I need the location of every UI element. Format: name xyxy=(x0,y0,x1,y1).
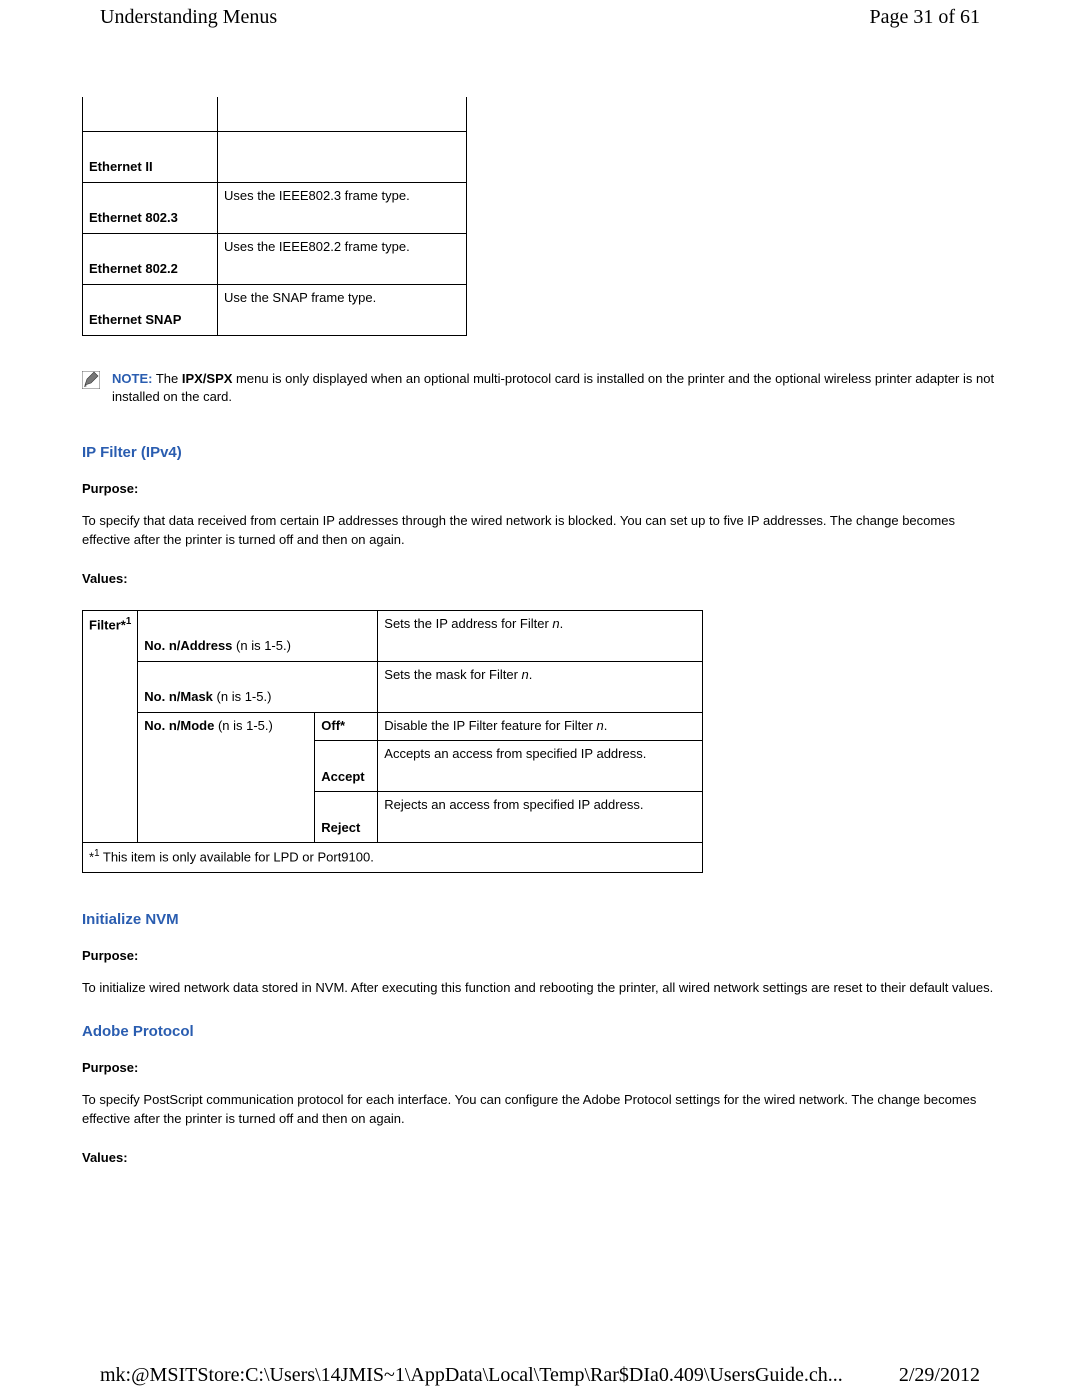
mode-off-desc-cell: Disable the IP Filter feature for Filter… xyxy=(378,712,703,741)
ip-filter-values-table: Filter*1 No. n/Address (n is 1-5.) Sets … xyxy=(82,610,703,873)
frame-type-table: Ethernet II Ethernet 802.3 Uses the IEEE… xyxy=(82,97,467,336)
mode-accept-desc: Accepts an access from specified IP addr… xyxy=(378,741,703,792)
mode-off-label: Off* xyxy=(315,712,378,741)
note-text-part: menu is only displayed when an optional … xyxy=(112,371,994,404)
frame-type-label: Ethernet 802.3 xyxy=(83,183,218,234)
purpose-text: To initialize wired network data stored … xyxy=(82,979,998,997)
address-desc-cell: Sets the IP address for Filter n. xyxy=(378,610,703,661)
section-heading-adobe-protocol: Adobe Protocol xyxy=(82,1023,998,1040)
pencil-icon xyxy=(82,371,100,389)
desc-pre: Sets the IP address for Filter xyxy=(384,616,552,631)
note-bold-term: IPX/SPX xyxy=(182,371,233,386)
frame-type-desc: Uses the IEEE802.2 frame type. xyxy=(218,234,467,285)
mask-desc-cell: Sets the mask for Filter n. xyxy=(378,661,703,712)
page-content: Ethernet II Ethernet 802.3 Uses the IEEE… xyxy=(0,97,1080,1165)
table-row: No. n/Mode (n is 1-5.) Off* Disable the … xyxy=(83,712,703,741)
table-row: Filter*1 No. n/Address (n is 1-5.) Sets … xyxy=(83,610,703,661)
frame-type-desc: Use the SNAP frame type. xyxy=(218,285,467,336)
purpose-label: Purpose: xyxy=(82,481,998,496)
frame-type-label: Ethernet SNAP xyxy=(83,285,218,336)
note-text-part: The xyxy=(152,371,181,386)
purpose-label: Purpose: xyxy=(82,948,998,963)
address-label-paren: (n is 1-5.) xyxy=(232,638,291,653)
values-label: Values: xyxy=(82,1150,998,1165)
section-heading-initialize-nvm: Initialize NVM xyxy=(82,911,998,928)
desc-post: . xyxy=(560,616,564,631)
section-heading-ip-filter: IP Filter (IPv4) xyxy=(82,444,998,461)
table-row xyxy=(83,97,467,132)
desc-var: n xyxy=(552,616,559,631)
page: Understanding Menus Page 31 of 61 Ethern… xyxy=(0,0,1080,1397)
desc-post: . xyxy=(604,718,608,733)
mode-label-paren: (n is 1-5.) xyxy=(214,718,273,733)
footer-date: 2/29/2012 xyxy=(899,1364,980,1387)
header-page-number: Page 31 of 61 xyxy=(869,6,980,29)
desc-pre: Disable the IP Filter feature for Filter xyxy=(384,718,596,733)
header-title: Understanding Menus xyxy=(100,6,277,29)
filter-label-cell: Filter*1 xyxy=(83,610,138,843)
mode-label-bold: No. n/Mode xyxy=(144,718,214,733)
footnote-text: This item is only available for LPD or P… xyxy=(100,850,374,865)
frame-type-desc xyxy=(218,132,467,183)
desc-var: n xyxy=(522,667,529,682)
note-text: NOTE: The IPX/SPX menu is only displayed… xyxy=(112,370,998,406)
desc-post: . xyxy=(529,667,533,682)
page-footer: mk:@MSITStore:C:\Users\14JMIS~1\AppData\… xyxy=(0,1364,1080,1387)
mode-reject-label: Reject xyxy=(315,792,378,843)
mode-accept-label: Accept xyxy=(315,741,378,792)
table-row: Ethernet SNAP Use the SNAP frame type. xyxy=(83,285,467,336)
address-label-cell: No. n/Address (n is 1-5.) xyxy=(138,610,378,661)
table-row: No. n/Mask (n is 1-5.) Sets the mask for… xyxy=(83,661,703,712)
filter-label: Filter* xyxy=(89,617,126,632)
purpose-text: To specify PostScript communication prot… xyxy=(82,1091,998,1127)
table-row: Ethernet II xyxy=(83,132,467,183)
note-label: NOTE: xyxy=(112,371,152,386)
mask-label-bold: No. n/Mask xyxy=(144,689,213,704)
desc-pre: Sets the mask for Filter xyxy=(384,667,521,682)
table-footnote-row: *1 This item is only available for LPD o… xyxy=(83,843,703,873)
page-header: Understanding Menus Page 31 of 61 xyxy=(0,0,1080,29)
table-row: Ethernet 802.3 Uses the IEEE802.3 frame … xyxy=(83,183,467,234)
desc-var: n xyxy=(596,718,603,733)
footer-path: mk:@MSITStore:C:\Users\14JMIS~1\AppData\… xyxy=(100,1364,843,1387)
frame-type-desc: Uses the IEEE802.3 frame type. xyxy=(218,183,467,234)
purpose-text: To specify that data received from certa… xyxy=(82,512,998,548)
frame-type-desc-cell xyxy=(218,97,467,132)
frame-type-label: Ethernet II xyxy=(83,132,218,183)
mode-label-cell: No. n/Mode (n is 1-5.) xyxy=(138,712,315,843)
table-row: Ethernet 802.2 Uses the IEEE802.2 frame … xyxy=(83,234,467,285)
address-label-bold: No. n/Address xyxy=(144,638,232,653)
purpose-label: Purpose: xyxy=(82,1060,998,1075)
frame-type-cell xyxy=(83,97,218,132)
filter-label-sup: 1 xyxy=(126,616,131,627)
note-block: NOTE: The IPX/SPX menu is only displayed… xyxy=(82,370,998,406)
mask-label-paren: (n is 1-5.) xyxy=(213,689,272,704)
values-label: Values: xyxy=(82,571,998,586)
footnote-cell: *1 This item is only available for LPD o… xyxy=(83,843,703,873)
mode-reject-desc: Rejects an access from specified IP addr… xyxy=(378,792,703,843)
mask-label-cell: No. n/Mask (n is 1-5.) xyxy=(138,661,378,712)
frame-type-label: Ethernet 802.2 xyxy=(83,234,218,285)
